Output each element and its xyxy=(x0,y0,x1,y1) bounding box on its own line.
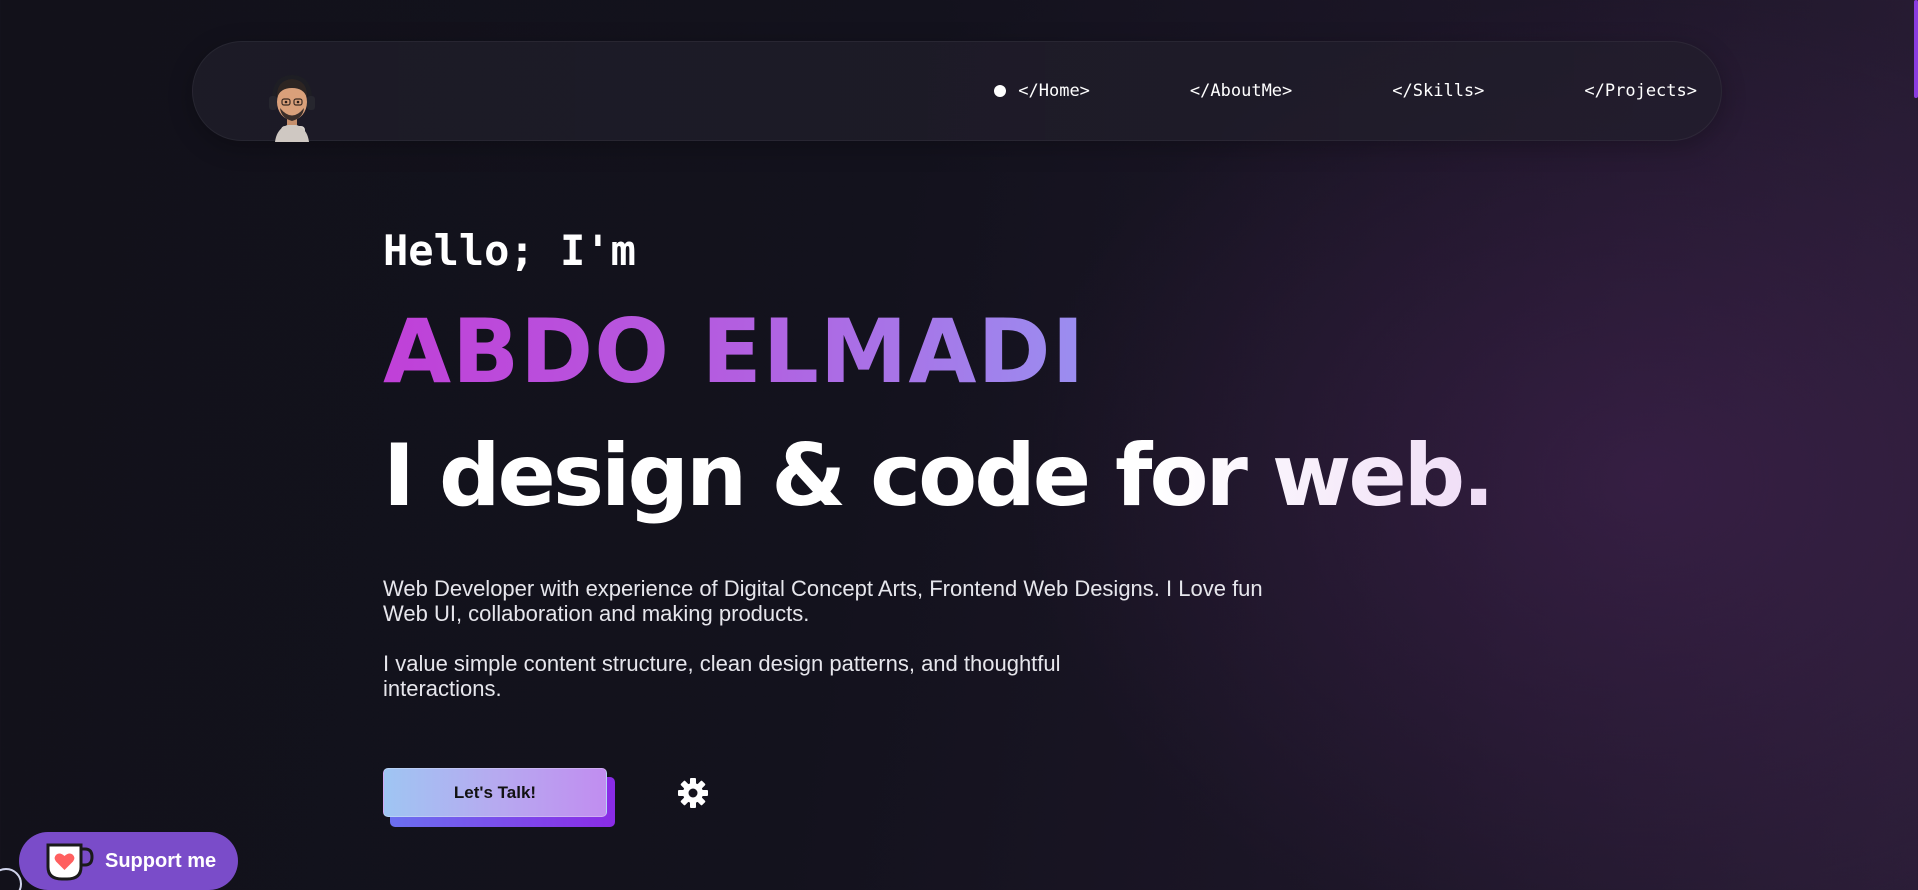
hero-name: ABDO ELMADI xyxy=(383,300,1086,403)
lets-talk-button[interactable]: Let's Talk! xyxy=(383,768,607,817)
nav-link-label: </Home> xyxy=(1018,81,1090,101)
description-paragraph: Web Developer with experience of Digital… xyxy=(383,576,1263,626)
nav-link-projects[interactable]: </Projects> xyxy=(1584,81,1697,101)
support-me-button[interactable]: Support me xyxy=(19,832,238,890)
nav-link-label: </Projects> xyxy=(1584,81,1697,101)
navbar: </Home> </AboutMe> </Skills> </Projects> xyxy=(192,41,1722,142)
active-indicator-dot xyxy=(994,85,1007,97)
nav-link-home[interactable]: </Home> xyxy=(994,81,1090,101)
coffee-cup-heart-icon xyxy=(46,843,94,881)
nav-link-skills[interactable]: </Skills> xyxy=(1392,81,1484,101)
nav-link-label: </Skills> xyxy=(1392,81,1485,101)
nav-link-aboutme[interactable]: </AboutMe> xyxy=(1190,81,1292,101)
hero-tagline: I design & code for web. xyxy=(383,426,1495,526)
nav-links: </Home> </AboutMe> </Skills> </Projects> xyxy=(994,81,1697,101)
support-me-label: Support me xyxy=(105,849,217,872)
scroll-indicator[interactable] xyxy=(1914,0,1918,98)
avatar[interactable] xyxy=(263,68,321,142)
cta-wrapper: Let's Talk! xyxy=(383,768,615,828)
corner-widget[interactable] xyxy=(0,868,22,890)
avatar-memoji-icon xyxy=(269,74,315,142)
gear-icon[interactable] xyxy=(677,777,709,809)
description-paragraph: I value simple content structure, clean … xyxy=(383,651,1061,701)
nav-link-label: </AboutMe> xyxy=(1189,81,1293,101)
greeting: Hello; I'm xyxy=(383,226,636,275)
